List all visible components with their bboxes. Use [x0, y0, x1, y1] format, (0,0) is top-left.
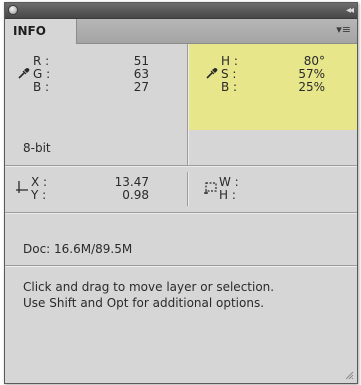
divider: [5, 212, 357, 214]
eyedropper-icon[interactable]: [205, 66, 219, 80]
doc-size-status: Doc: 16.6M/89.5M: [23, 242, 133, 256]
divider: [5, 165, 357, 167]
hsb-value-b: 25%: [298, 80, 325, 94]
tab-info[interactable]: INFO: [5, 19, 77, 44]
crosshair-icon: [16, 181, 28, 193]
collapse-icon[interactable]: ◂◂: [346, 3, 354, 18]
upper-column-divider: [187, 44, 189, 166]
panel-tabbar: INFO ▾≡: [5, 19, 357, 44]
hsb-label-b: B :: [221, 80, 238, 94]
panel-titlebar[interactable]: ◂◂: [5, 3, 357, 19]
size-label-h: H :: [219, 188, 236, 202]
eyedropper-icon[interactable]: [17, 66, 31, 80]
rgb-value-b: 27: [133, 80, 149, 94]
rgb-label-b: B :: [33, 80, 50, 94]
lower-column-divider: [187, 172, 189, 206]
bit-depth: 8-bit: [23, 141, 51, 155]
marquee-size-icon: [204, 182, 217, 194]
resize-grip-icon[interactable]: [344, 370, 354, 380]
tool-hint-line: Use Shift and Opt for additional options…: [23, 296, 265, 310]
close-icon[interactable]: [8, 5, 18, 15]
info-content: R : G : B : 51 63 27 H : S : B : 80° 57%…: [5, 44, 357, 383]
position-label-y: Y :: [31, 188, 47, 202]
position-value-y: 0.98: [122, 188, 149, 202]
panel-menu-icon[interactable]: ▾≡: [336, 22, 351, 38]
hsb-highlight: [188, 44, 357, 130]
tool-hint-line: Click and drag to move layer or selectio…: [23, 280, 275, 294]
divider: [5, 265, 357, 267]
info-panel: ◂◂ INFO ▾≡ R : G : B : 51 63 27 H : S : …: [4, 2, 358, 384]
tool-hint: Click and drag to move layer or selectio…: [23, 279, 274, 311]
